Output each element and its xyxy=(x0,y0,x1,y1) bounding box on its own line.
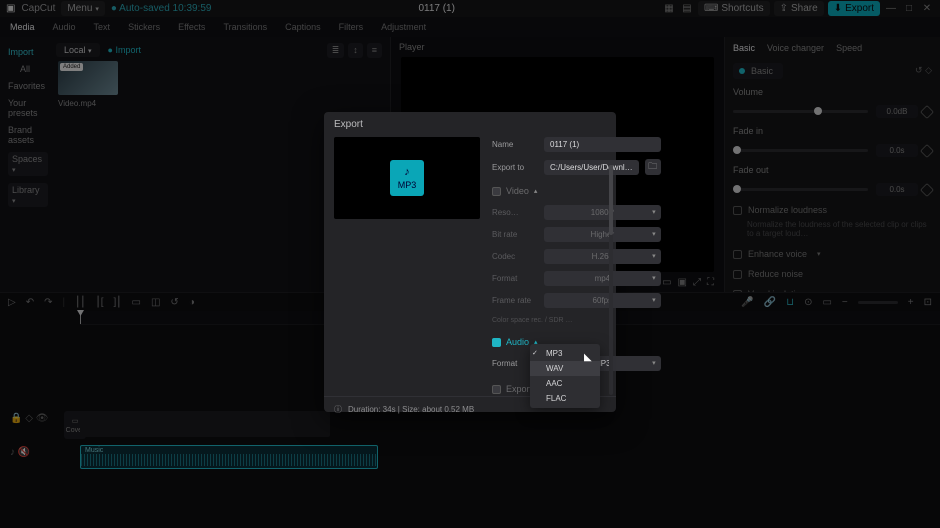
audio-format-dropdown: ✓MP3 WAV AAC FLAC xyxy=(530,344,600,408)
audio-header: Audio xyxy=(506,337,529,347)
name-label: Name xyxy=(492,140,538,149)
exportto-label: Export to xyxy=(492,163,538,172)
option-mp3[interactable]: ✓MP3 xyxy=(530,346,600,361)
colorspace-note: Color space rec. / SDR … xyxy=(492,315,661,326)
audio-checkbox[interactable] xyxy=(492,338,501,347)
video-header: Video xyxy=(506,186,529,196)
modal-scrollbar[interactable] xyxy=(609,165,613,395)
video-checkbox[interactable] xyxy=(492,187,501,196)
option-flac[interactable]: FLAC xyxy=(530,391,600,406)
option-aac[interactable]: AAC xyxy=(530,376,600,391)
export-title: Export xyxy=(324,112,616,137)
fps-select[interactable]: 60fps▾ xyxy=(544,293,661,308)
codec-select[interactable]: H.264▾ xyxy=(544,249,661,264)
preview-chip: ♪MP3 xyxy=(390,160,425,196)
info-icon: ⓘ xyxy=(334,404,342,415)
gif-checkbox[interactable] xyxy=(492,385,501,394)
vformat-select[interactable]: mp4▾ xyxy=(544,271,661,286)
resolution-select[interactable]: 1080P▾ xyxy=(544,205,661,220)
bitrate-select[interactable]: Higher▾ xyxy=(544,227,661,242)
exportto-input[interactable]: C:/Users/User/Downl… xyxy=(544,160,639,175)
folder-icon[interactable]: 🗀 xyxy=(645,159,661,175)
option-wav[interactable]: WAV xyxy=(530,361,600,376)
export-footer-info: Duration: 34s | Size: about 0.52 MB xyxy=(348,405,474,414)
name-input[interactable]: 0117 (1) xyxy=(544,137,661,152)
export-preview: ♪MP3 xyxy=(334,137,480,219)
